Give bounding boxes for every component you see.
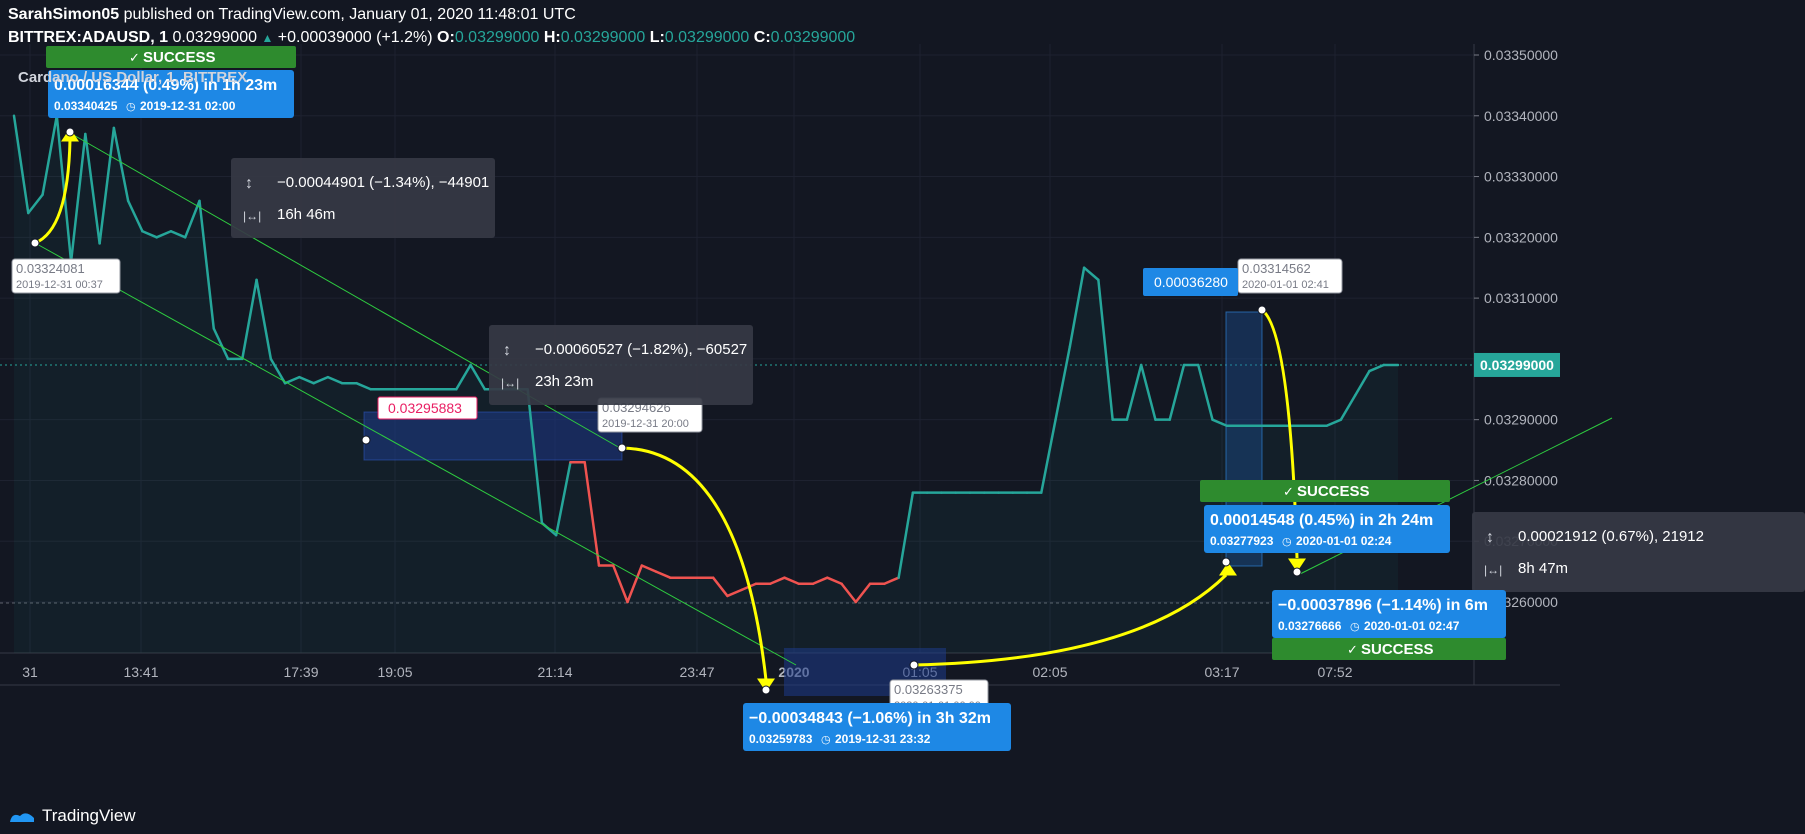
price-change: +0.00039000 (+1.2%) [277, 29, 433, 46]
result-label-main: −0.00037896 (−1.14%) in 6m [1278, 597, 1488, 614]
x-tick-label: 03:17 [1204, 664, 1239, 680]
tradingview-logo-icon [10, 813, 34, 822]
measure-duration: 23h 23m [535, 373, 593, 390]
low-label: L: [649, 29, 665, 46]
range-icon: ↕ [503, 342, 511, 359]
x-tick-label: 23:47 [679, 664, 714, 680]
measure-box [489, 325, 753, 405]
x-tick-label: 02:05 [1032, 664, 1067, 680]
measure-duration: 16h 46m [277, 206, 335, 223]
x-tick-label: 17:39 [283, 664, 318, 680]
result-label-time: 2020-01-01 02:24 [1296, 534, 1392, 548]
open-value: 0.03299000 [454, 29, 540, 46]
high-value: 0.03299000 [560, 29, 646, 46]
time-span-icon: |↔| [501, 376, 519, 390]
check-icon: ✓ [1283, 484, 1294, 499]
price-note-value: 0.03314562 [1242, 261, 1311, 276]
symbol-name: BITTREX:ADAUSD, 1 [8, 29, 169, 46]
open-label: O: [437, 29, 455, 46]
x-tick-label: 13:41 [123, 664, 158, 680]
y-tick-label: 0.03330000 [1484, 169, 1558, 185]
anchor-dot[interactable] [1221, 557, 1231, 567]
anchor-dot[interactable] [30, 238, 40, 248]
result-label-price: 0.03340425 [54, 99, 118, 113]
close-value: 0.03299000 [770, 29, 856, 46]
price-chart[interactable]: 0.03350000 0.03340000 0.03330000 0.03320000… [0, 0, 1805, 834]
y-tick-label: 0.03290000 [1484, 412, 1558, 428]
up-arrow-icon: ▲ [261, 31, 274, 45]
red-price-tag-text: 0.03295883 [388, 400, 462, 416]
check-icon: ✓ [129, 50, 140, 65]
anchor-dot[interactable] [761, 685, 771, 695]
y-tick-label: 0.03280000 [1484, 472, 1558, 488]
result-label-price: 0.03277923 [1210, 534, 1274, 548]
y-tick-label: 0.03320000 [1484, 229, 1558, 245]
anchor-dot[interactable] [1292, 567, 1302, 577]
x-tick-label: 19:05 [377, 664, 412, 680]
symbol-info: BITTREX:ADAUSD, 1 0.03299000 ▲ +0.000390… [8, 29, 855, 47]
anchor-dot[interactable] [617, 443, 627, 453]
anchor-dot[interactable] [65, 127, 75, 137]
measure-duration: 8h 47m [1518, 560, 1568, 577]
measure-change: −0.00060527 (−1.82%), −60527 [535, 341, 747, 358]
y-tick-label: 0.03310000 [1484, 290, 1558, 306]
high-label: H: [543, 29, 561, 46]
result-label-time: 2019-12-31 23:32 [835, 732, 931, 746]
success-text: SUCCESS [143, 49, 216, 66]
x-tick-label: 07:52 [1317, 664, 1352, 680]
measure-change: 0.00021912 (0.67%), 21912 [1518, 528, 1704, 545]
result-label-price: 0.03259783 [749, 732, 813, 746]
publish-info: SarahSimon05 published on TradingView.co… [8, 6, 576, 24]
result-label-price: 0.03276666 [1278, 619, 1342, 633]
current-price-tag-text: 0.03299000 [1480, 357, 1554, 373]
time-span-icon: |↔| [1484, 563, 1502, 577]
measure-box [231, 158, 495, 238]
price-note-time: 2019-12-31 00:37 [16, 279, 103, 291]
clock-icon: ◷ [1350, 621, 1360, 633]
price-note-value: 0.03324081 [16, 261, 85, 276]
range-icon: ↕ [245, 175, 253, 192]
measure-change: −0.00044901 (−1.34%), −44901 [277, 174, 489, 191]
x-tick-label: 31 [22, 664, 38, 680]
tradingview-watermark[interactable]: TradingView [8, 806, 136, 826]
chart-title: Cardano / US Dollar, 1, BITTREX [18, 69, 247, 86]
measure-box [1472, 512, 1805, 592]
success-text: SUCCESS [1361, 641, 1434, 658]
range-icon: ↕ [1486, 529, 1494, 546]
publish-text: published on TradingView.com, January 01… [123, 6, 576, 23]
result-label-main: −0.00034843 (−1.06%) in 3h 32m [749, 710, 991, 727]
x-tick-label: 21:14 [537, 664, 572, 680]
result-label-main: 0.00014548 (0.45%) in 2h 24m [1210, 512, 1433, 529]
author-name[interactable]: SarahSimon05 [8, 6, 119, 23]
price-note-value: 0.03263375 [894, 682, 963, 697]
anchor-dot[interactable] [1257, 305, 1267, 315]
watermark-text: TradingView [42, 806, 136, 825]
result-label-time: 2020-01-01 02:47 [1364, 619, 1460, 633]
low-value: 0.03299000 [664, 29, 750, 46]
check-icon: ✓ [1347, 642, 1358, 657]
last-price: 0.03299000 [172, 29, 257, 46]
close-label: C: [753, 29, 771, 46]
clock-icon: ◷ [821, 734, 831, 746]
price-note-time: 2020-01-01 02:41 [1242, 279, 1329, 291]
time-span-icon: |↔| [243, 209, 261, 223]
clock-icon: ◷ [126, 101, 136, 113]
y-tick-label: 0.03350000 [1484, 47, 1558, 63]
success-text: SUCCESS [1297, 483, 1370, 500]
blue-price-tag-text: 0.00036280 [1154, 274, 1228, 290]
price-note-time: 2019-12-31 20:00 [602, 418, 689, 430]
result-label-time: 2019-12-31 02:00 [140, 99, 236, 113]
anchor-dot[interactable] [361, 435, 371, 445]
anchor-dot[interactable] [909, 660, 919, 670]
clock-icon: ◷ [1282, 536, 1292, 548]
y-tick-label: 0.03340000 [1484, 108, 1558, 124]
